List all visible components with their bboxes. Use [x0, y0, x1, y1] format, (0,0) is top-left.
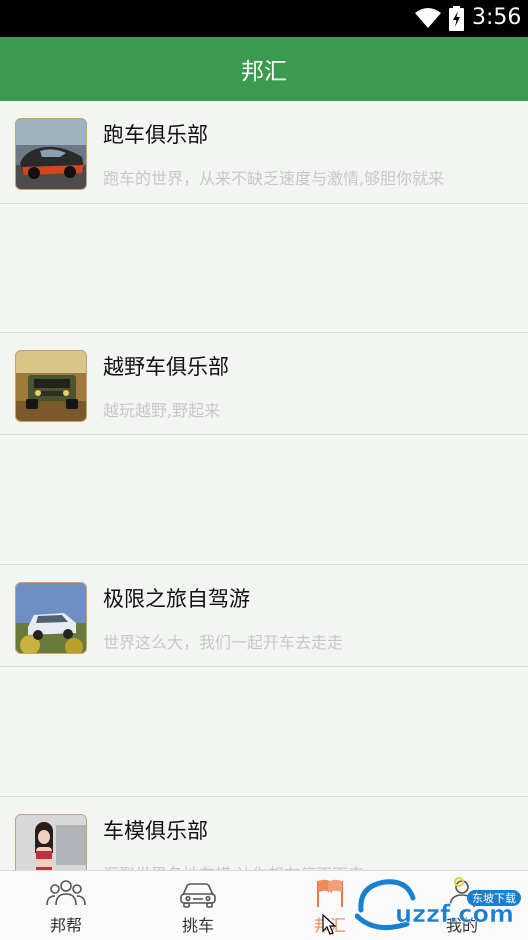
club-description: 跑车的世界，从来不缺乏速度与激情,够胆你就来 [103, 169, 445, 188]
sports-car-thumbnail [15, 118, 87, 190]
car-icon [180, 883, 216, 908]
club-item-car-model[interactable]: 车模俱乐部 汇聚世界各地车模,让你想在停不下来 [0, 796, 528, 870]
tab-bangbang[interactable]: 邦帮 [0, 871, 132, 940]
club-description: 汇聚世界各地车模,让你想在停不下来 [103, 861, 364, 870]
watermark-text: uzzf.com [395, 900, 514, 928]
app-bar: 邦汇 [0, 37, 528, 101]
club-description: 世界这么大，我们一起开车去走走 [103, 633, 344, 652]
status-clock: 3:56 [472, 5, 522, 30]
status-bar: 3:56 [0, 0, 528, 37]
mouse-cursor-icon [322, 914, 336, 935]
offroad-jeep-thumbnail [15, 350, 87, 422]
car-model-thumbnail [15, 814, 87, 870]
club-name: 跑车俱乐部 [103, 123, 208, 147]
people-group-icon [46, 880, 86, 906]
club-item-offroad[interactable]: 越野车俱乐部 越玩越野,野起来 [0, 332, 528, 435]
battery-charging-icon [449, 6, 464, 31]
club-description: 越玩越野,野起来 [103, 401, 221, 420]
page-title: 邦汇 [241, 59, 287, 85]
tab-label: 邦帮 [49, 916, 82, 935]
flags-icon [317, 879, 343, 907]
suv-travel-thumbnail [15, 582, 87, 654]
wifi-icon [415, 8, 441, 28]
tab-tiaoche[interactable]: 挑车 [132, 871, 264, 940]
club-list: 跑车俱乐部 跑车的世界，从来不缺乏速度与激情,够胆你就来 越野车俱乐部 越玩越野… [0, 101, 528, 870]
club-name: 越野车俱乐部 [103, 355, 229, 379]
tab-label: 挑车 [181, 916, 214, 935]
uzzf-watermark-logo: 东坡下载 uzzf.com [355, 877, 521, 931]
club-name: 车模俱乐部 [103, 819, 208, 843]
club-item-self-drive[interactable]: 极限之旅自驾游 世界这么大，我们一起开车去走走 [0, 564, 528, 667]
club-name: 极限之旅自驾游 [103, 587, 250, 611]
club-item-sports-car[interactable]: 跑车俱乐部 跑车的世界，从来不缺乏速度与激情,够胆你就来 [0, 101, 528, 204]
